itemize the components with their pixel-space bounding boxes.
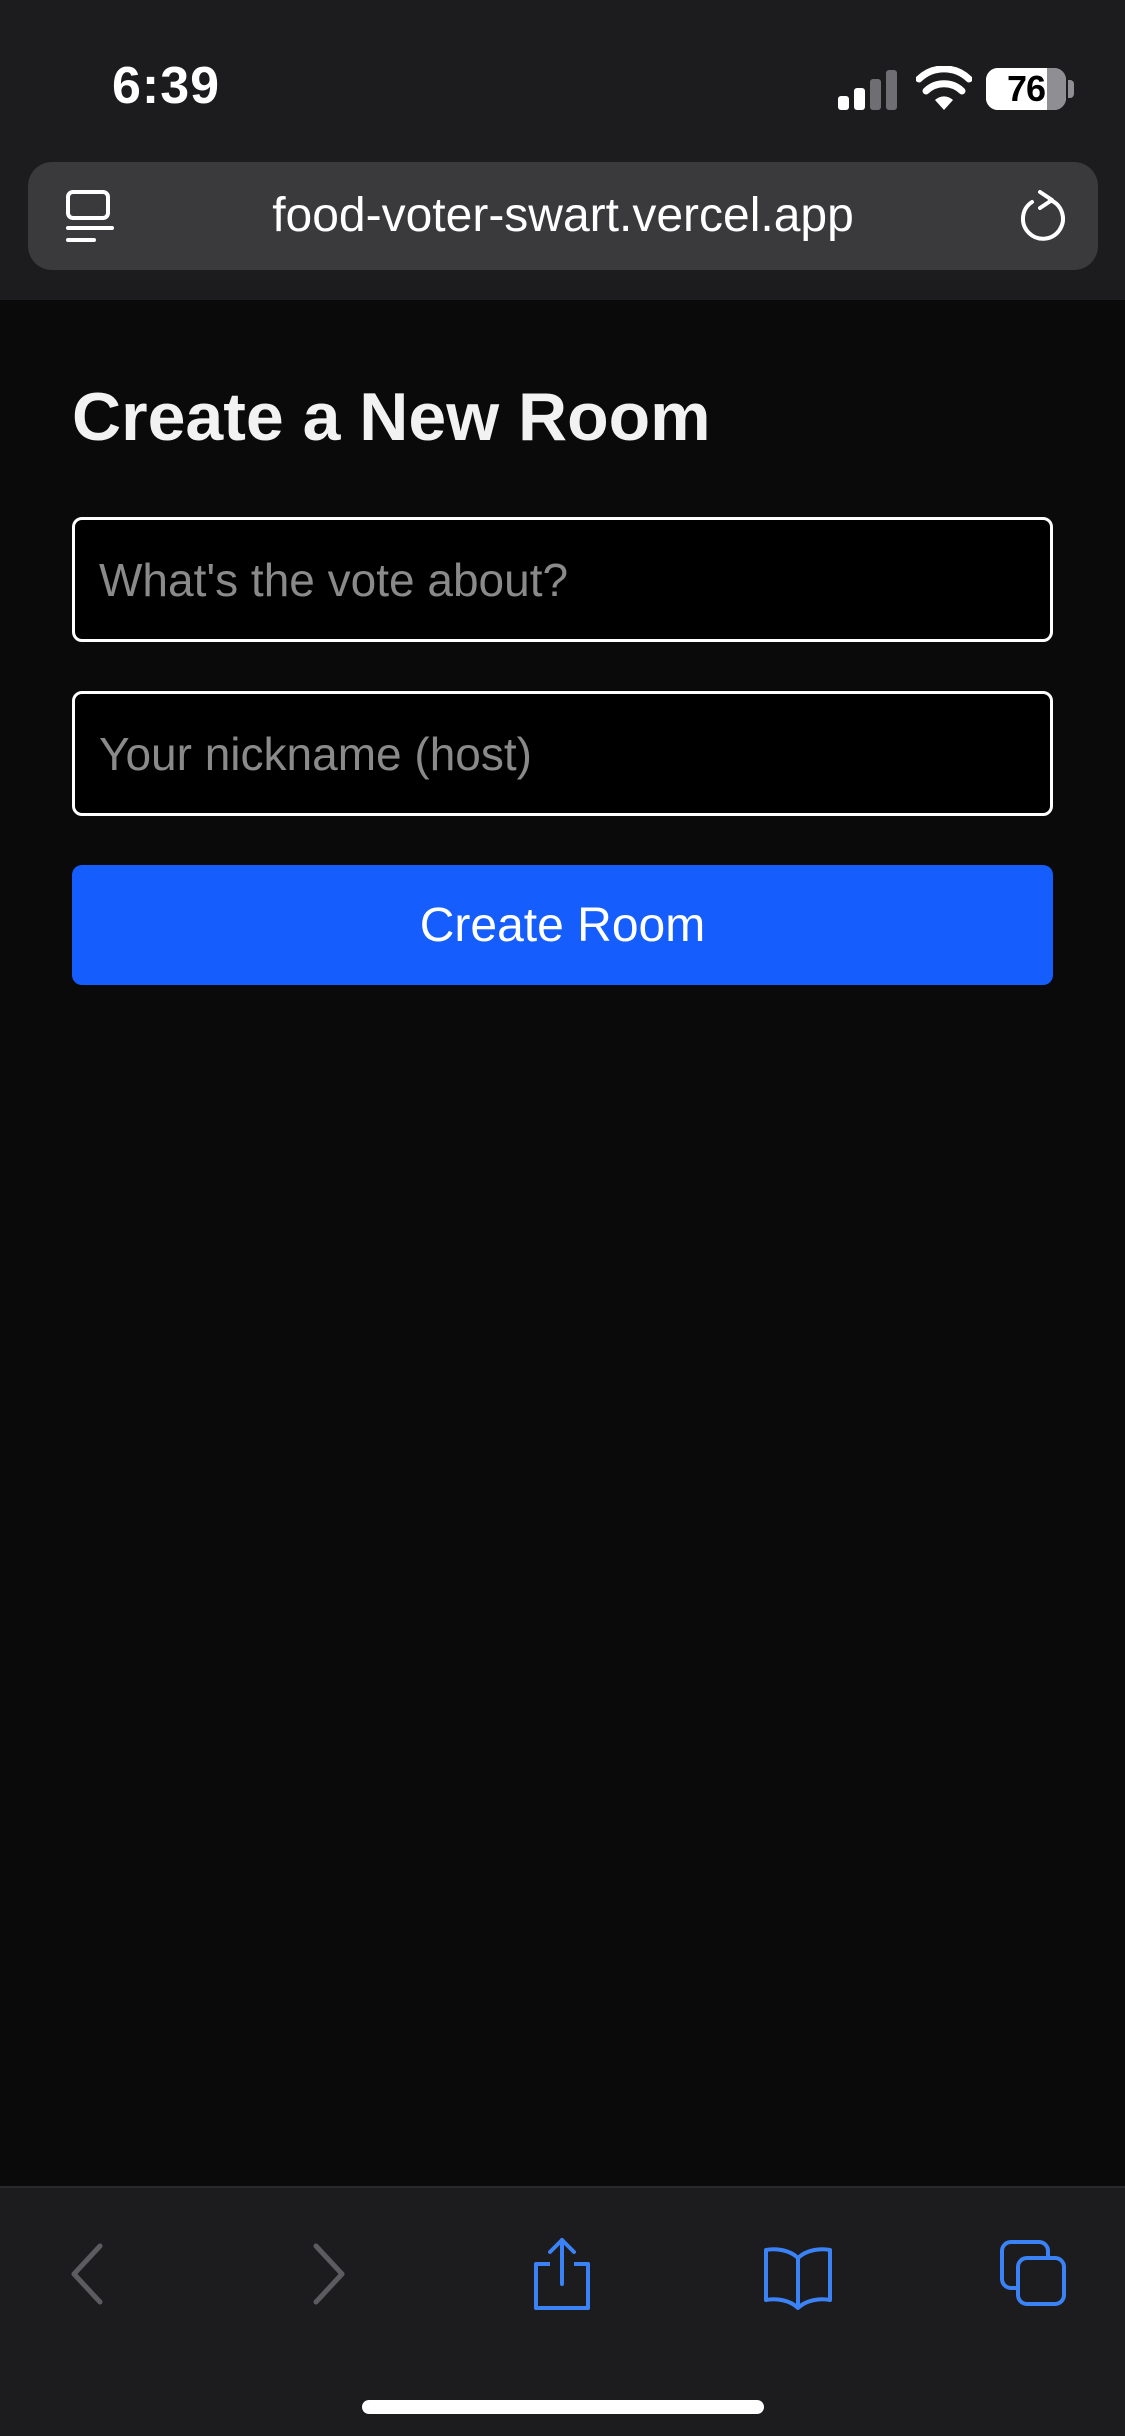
status-time: 6:39 [112,57,221,115]
create-room-button[interactable]: Create Room [72,865,1053,985]
home-indicator [362,2400,764,2414]
address-bar[interactable]: food-voter-swart.vercel.app [28,162,1098,270]
reload-icon[interactable] [1014,188,1070,244]
tabs-icon[interactable] [998,2236,1070,2312]
back-icon[interactable] [52,2236,124,2312]
browser-top-bar: 6:39 76 food-voter-swart.vercel.app [0,0,1125,300]
wifi-icon [916,66,972,110]
signal-icon [838,70,897,110]
bookmarks-icon[interactable] [762,2236,834,2312]
battery-level: 76 [1006,68,1046,109]
battery-nub [1068,80,1074,98]
page-title: Create a New Room [72,379,711,455]
url-text[interactable]: food-voter-swart.vercel.app [128,162,998,270]
battery-icon: 76 [986,68,1066,110]
forward-icon[interactable] [292,2236,364,2312]
tab-overview-icon[interactable] [64,190,116,246]
share-icon[interactable] [526,2236,598,2312]
vote-topic-input[interactable] [72,517,1053,642]
browser-bottom-toolbar [0,2186,1125,2436]
page-content: Create a New Room Create Room [0,300,1125,2186]
nickname-input[interactable] [72,691,1053,816]
